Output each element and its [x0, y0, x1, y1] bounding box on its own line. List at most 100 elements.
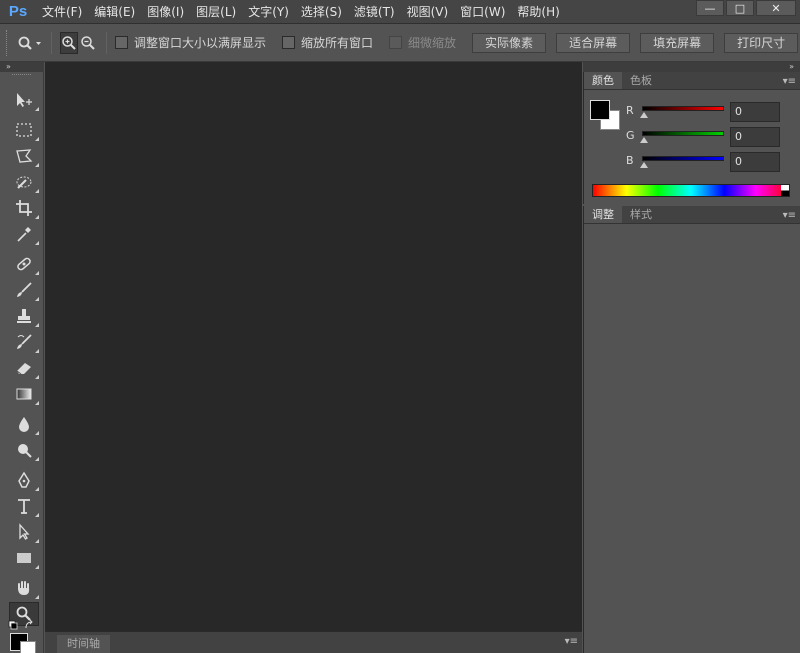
flyout-indicator [35, 297, 39, 301]
type-tool[interactable] [9, 494, 39, 518]
menu-window[interactable]: 窗口(W) [454, 0, 511, 24]
red-slider-track[interactable] [642, 106, 724, 111]
checkbox-label: 细微缩放 [408, 36, 457, 50]
blue-value-input[interactable]: 0 [730, 152, 780, 172]
panel-menu-icon[interactable]: ▾≡ [783, 210, 796, 221]
menu-filter[interactable]: 滤镜(T) [348, 0, 401, 24]
panel-menu-icon[interactable]: ▾≡ [565, 636, 578, 647]
black-white-ramp[interactable] [781, 185, 789, 196]
flyout-indicator [35, 487, 39, 491]
red-slider-row: R 0 [626, 102, 796, 124]
checkbox-label: 缩放所有窗口 [301, 36, 374, 50]
crop-tool[interactable] [9, 196, 39, 220]
print-size-button[interactable]: 打印尺寸 [724, 32, 799, 53]
menu-layer[interactable]: 图层(L) [190, 0, 242, 24]
background-color[interactable] [20, 641, 36, 653]
lasso-tool[interactable] [9, 144, 39, 168]
blue-slider-track[interactable] [642, 156, 724, 161]
brush-tool[interactable] [9, 278, 39, 302]
checkbox-box[interactable] [115, 36, 128, 49]
menu-view[interactable]: 视图(V) [401, 0, 455, 24]
zoom-all-windows-checkbox[interactable]: 缩放所有窗口 [282, 34, 373, 51]
blue-slider-thumb[interactable] [640, 162, 648, 168]
red-value-input[interactable]: 0 [730, 102, 780, 122]
options-bar-grip[interactable] [6, 29, 7, 56]
menu-help[interactable]: 帮助(H) [511, 0, 565, 24]
flyout-indicator [35, 241, 39, 245]
color-panel-tabs: 颜色 色板 ▾≡ [584, 72, 800, 90]
brush-icon [17, 282, 32, 297]
tab-swatches[interactable]: 色板 [622, 72, 660, 89]
resize-windows-checkbox[interactable]: 调整窗口大小以满屏显示 [115, 34, 266, 51]
close-button[interactable]: ✕ [756, 0, 796, 16]
green-slider-thumb[interactable] [640, 137, 648, 143]
marquee-tool[interactable] [9, 118, 39, 142]
tab-styles[interactable]: 样式 [622, 206, 660, 223]
blur-tool[interactable] [9, 412, 39, 436]
tab-timeline[interactable]: 时间轴 [57, 635, 110, 653]
tab-color[interactable]: 颜色 [584, 72, 622, 89]
options-bar: 调整窗口大小以满屏显示 缩放所有窗口 细微缩放 实际像素 适合屏幕 填充屏幕 打… [0, 24, 800, 62]
move-tool[interactable] [9, 88, 39, 112]
history-brush-tool[interactable] [9, 330, 39, 354]
flyout-indicator [35, 107, 39, 111]
menu-edit[interactable]: 编辑(E) [88, 0, 141, 24]
timeline-panel: 时间轴 ▾≡ [45, 631, 582, 653]
menu-type[interactable]: 文字(Y) [242, 0, 295, 24]
flyout-indicator [35, 401, 39, 405]
checkbox-box [389, 36, 403, 49]
menu-file[interactable]: 文件(F) [36, 0, 88, 24]
water-drop-icon [19, 417, 29, 432]
flyout-indicator [35, 375, 39, 379]
fit-screen-button[interactable]: 适合屏幕 [556, 32, 631, 53]
pen-tool[interactable] [9, 468, 39, 492]
eyedropper-icon [17, 227, 31, 242]
rectangle-tool[interactable] [9, 546, 39, 570]
gradient-tool[interactable] [9, 382, 39, 406]
path-selection-tool[interactable] [9, 520, 39, 544]
dodge-tool[interactable] [9, 438, 39, 462]
toolbar-grip[interactable] [12, 74, 31, 82]
tool-preset-picker[interactable] [17, 32, 43, 54]
checkbox-box[interactable] [282, 36, 296, 49]
zoom-out-button[interactable] [80, 32, 96, 54]
panel-menu-icon[interactable]: ▾≡ [783, 76, 796, 87]
toolbar-collapse-button[interactable]: » [0, 62, 44, 72]
adjustments-panel-tabs: 调整 样式 ▾≡ [584, 206, 800, 224]
green-value-input[interactable]: 0 [730, 127, 780, 147]
separator [106, 31, 107, 54]
fill-screen-button[interactable]: 填充屏幕 [640, 32, 715, 53]
swap-colors-icon[interactable] [8, 619, 38, 633]
flyout-indicator [35, 137, 39, 141]
clone-stamp-tool[interactable] [9, 304, 39, 328]
quick-selection-tool[interactable] [9, 170, 39, 194]
document-canvas-area[interactable] [45, 62, 582, 631]
adjustments-panel: 调整 样式 ▾≡ [583, 206, 800, 653]
crop-icon [16, 200, 32, 216]
maximize-button[interactable]: □ [726, 0, 754, 16]
rectangular-marquee-icon [16, 123, 32, 137]
zoom-out-icon [81, 35, 95, 50]
zoom-in-button[interactable] [60, 31, 78, 54]
eyedropper-tool[interactable] [9, 222, 39, 246]
rectangle-icon [17, 553, 31, 563]
color-spectrum-ramp[interactable] [592, 184, 790, 197]
menu-select[interactable]: 选择(S) [295, 0, 348, 24]
flyout-indicator [35, 595, 39, 599]
photoshop-logo: Ps [8, 3, 28, 20]
actual-pixels-button[interactable]: 实际像素 [472, 32, 547, 53]
foreground-color-swatch[interactable] [590, 100, 610, 120]
tab-adjustments[interactable]: 调整 [584, 206, 622, 223]
panels-collapse-button[interactable]: » [583, 62, 800, 72]
color-swatches[interactable] [8, 619, 38, 653]
red-slider-thumb[interactable] [640, 112, 648, 118]
menu-image[interactable]: 图像(I) [141, 0, 190, 24]
flyout-indicator [35, 349, 39, 353]
eraser-tool[interactable] [9, 356, 39, 380]
flyout-indicator [35, 189, 39, 193]
hand-tool[interactable] [9, 576, 39, 600]
minimize-button[interactable]: — [696, 0, 724, 16]
zoom-tool-preset-icon [18, 36, 41, 50]
healing-brush-tool[interactable] [9, 252, 39, 276]
green-slider-track[interactable] [642, 131, 724, 136]
